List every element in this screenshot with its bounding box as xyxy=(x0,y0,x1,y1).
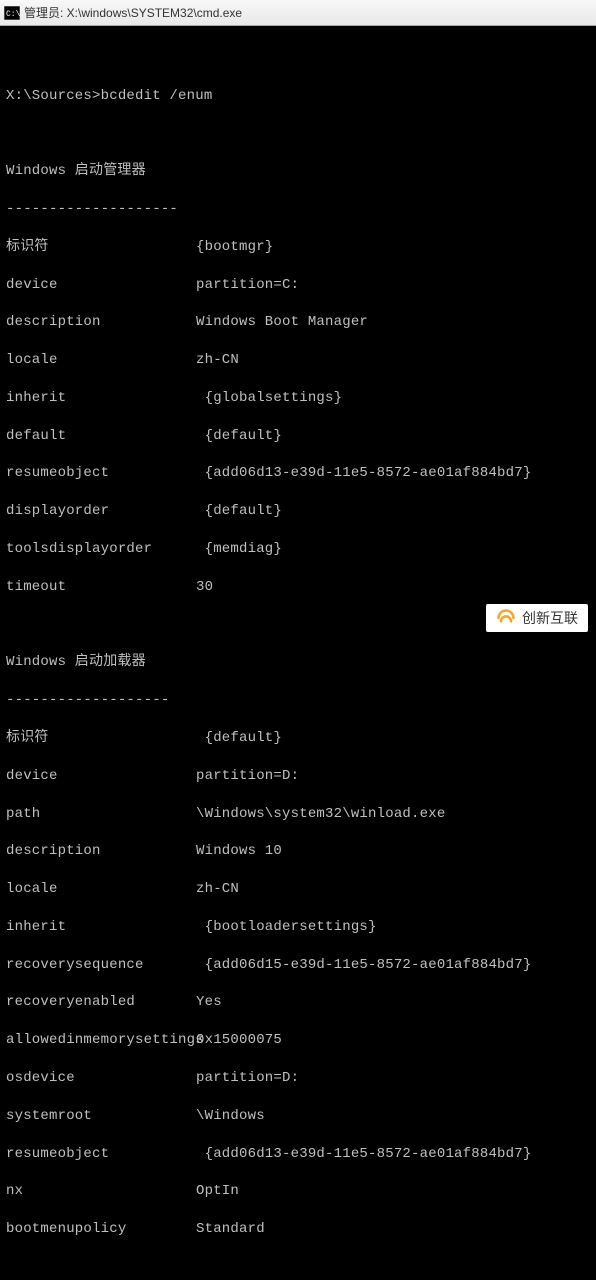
row-key: description xyxy=(6,842,196,861)
output-row: localezh-CN xyxy=(6,351,590,370)
row-key: 标识符 xyxy=(6,729,196,748)
blank-line xyxy=(6,49,590,68)
row-val: {default} xyxy=(196,729,282,748)
blank-line xyxy=(6,1258,590,1277)
section-divider: ------------------- xyxy=(6,691,590,710)
cmd-icon: C:\ xyxy=(4,6,20,20)
output-row: devicepartition=D: xyxy=(6,767,590,786)
section-header: Windows 启动加载器 xyxy=(6,653,590,672)
row-key: recoveryenabled xyxy=(6,993,196,1012)
output-row: allowedinmemorysettings0x15000075 xyxy=(6,1031,590,1050)
terminal-output[interactable]: X:\Sources>bcdedit /enum Windows 启动管理器 -… xyxy=(0,26,596,1280)
row-val: {bootmgr} xyxy=(196,238,273,257)
row-key: systemroot xyxy=(6,1107,196,1126)
row-key: device xyxy=(6,767,196,786)
row-key: 标识符 xyxy=(6,238,196,257)
row-key: locale xyxy=(6,351,196,370)
output-row: resumeobject {add06d13-e39d-11e5-8572-ae… xyxy=(6,464,590,483)
output-row: systemroot\Windows xyxy=(6,1107,590,1126)
section-divider: -------------------- xyxy=(6,200,590,219)
row-key: device xyxy=(6,276,196,295)
output-row: resumeobject {add06d13-e39d-11e5-8572-ae… xyxy=(6,1145,590,1164)
output-row: toolsdisplayorder {memdiag} xyxy=(6,540,590,559)
command-line: X:\Sources>bcdedit /enum xyxy=(6,87,590,106)
row-key: path xyxy=(6,805,196,824)
row-val: OptIn xyxy=(196,1182,239,1201)
output-row: 标识符 {default} xyxy=(6,729,590,748)
row-val: {add06d13-e39d-11e5-8572-ae01af884bd7} xyxy=(196,1145,531,1164)
row-val: zh-CN xyxy=(196,880,239,899)
window-title: 管理员: X:\windows\SYSTEM32\cmd.exe xyxy=(24,4,242,21)
row-val: zh-CN xyxy=(196,351,239,370)
watermark-badge: 创新互联 xyxy=(486,604,588,632)
output-row: descriptionWindows Boot Manager xyxy=(6,313,590,332)
row-val: {bootloadersettings} xyxy=(196,918,377,937)
row-val: partition=D: xyxy=(196,1069,299,1088)
row-key: description xyxy=(6,313,196,332)
row-key: inherit xyxy=(6,389,196,408)
output-row: default {default} xyxy=(6,427,590,446)
row-key: osdevice xyxy=(6,1069,196,1088)
output-row: recoveryenabledYes xyxy=(6,993,590,1012)
output-row: bootmenupolicyStandard xyxy=(6,1220,590,1239)
row-val: {add06d15-e39d-11e5-8572-ae01af884bd7} xyxy=(196,956,531,975)
watermark-logo-icon xyxy=(496,608,516,628)
output-row: 标识符{bootmgr} xyxy=(6,238,590,257)
svg-text:C:\: C:\ xyxy=(6,10,20,19)
row-key: inherit xyxy=(6,918,196,937)
row-val: 0x15000075 xyxy=(196,1031,282,1050)
watermark-text: 创新互联 xyxy=(522,608,578,628)
row-val: Windows 10 xyxy=(196,842,282,861)
row-val: {globalsettings} xyxy=(196,389,342,408)
output-row: recoverysequence {add06d15-e39d-11e5-857… xyxy=(6,956,590,975)
output-row: displayorder {default} xyxy=(6,502,590,521)
row-key: displayorder xyxy=(6,502,196,521)
row-key: recoverysequence xyxy=(6,956,196,975)
row-key: timeout xyxy=(6,578,196,597)
row-key: nx xyxy=(6,1182,196,1201)
row-val: \Windows\system32\winload.exe xyxy=(196,805,445,824)
row-val: \Windows xyxy=(196,1107,265,1126)
prompt: X:\Sources> xyxy=(6,88,101,104)
row-key: default xyxy=(6,427,196,446)
row-val: Windows Boot Manager xyxy=(196,313,368,332)
row-key: allowedinmemorysettings xyxy=(6,1031,196,1050)
command: bcdedit /enum xyxy=(101,88,213,104)
row-val: {default} xyxy=(196,427,282,446)
blank-line xyxy=(6,124,590,143)
row-val: {add06d13-e39d-11e5-8572-ae01af884bd7} xyxy=(196,464,531,483)
output-row: localezh-CN xyxy=(6,880,590,899)
row-val: Yes xyxy=(196,993,222,1012)
row-val: 30 xyxy=(196,578,213,597)
output-row: descriptionWindows 10 xyxy=(6,842,590,861)
row-val: {default} xyxy=(196,502,282,521)
row-key: bootmenupolicy xyxy=(6,1220,196,1239)
output-row: devicepartition=C: xyxy=(6,276,590,295)
row-key: resumeobject xyxy=(6,464,196,483)
output-row: timeout30 xyxy=(6,578,590,597)
output-row: path\Windows\system32\winload.exe xyxy=(6,805,590,824)
row-key: resumeobject xyxy=(6,1145,196,1164)
row-val: partition=D: xyxy=(196,767,299,786)
window-titlebar: C:\ 管理员: X:\windows\SYSTEM32\cmd.exe xyxy=(0,0,596,26)
output-row: nxOptIn xyxy=(6,1182,590,1201)
section-header: Windows 启动管理器 xyxy=(6,162,590,181)
row-key: toolsdisplayorder xyxy=(6,540,196,559)
output-row: inherit {globalsettings} xyxy=(6,389,590,408)
row-val: Standard xyxy=(196,1220,265,1239)
row-key: locale xyxy=(6,880,196,899)
output-row: osdevicepartition=D: xyxy=(6,1069,590,1088)
row-val: {memdiag} xyxy=(196,540,282,559)
row-val: partition=C: xyxy=(196,276,299,295)
output-row: inherit {bootloadersettings} xyxy=(6,918,590,937)
